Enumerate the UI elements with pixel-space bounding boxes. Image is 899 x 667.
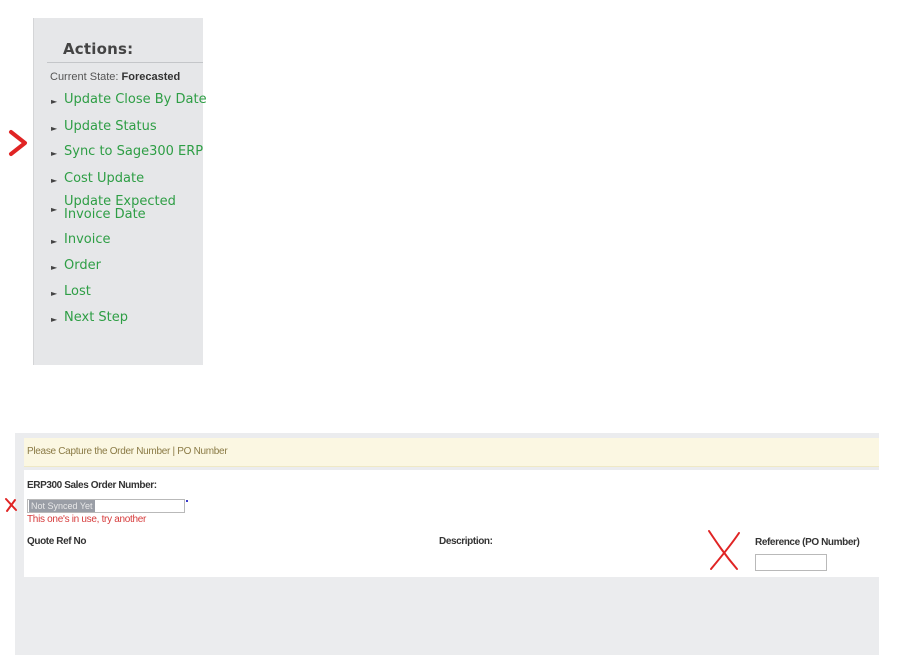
form-body: ERP300 Sales Order Number: Not Synced Ye…: [24, 470, 879, 577]
erp-sales-order-label: ERP300 Sales Order Number:: [27, 480, 157, 491]
action-sync-to-sage300-erp[interactable]: ► Sync to Sage300 ERP: [51, 145, 203, 159]
reference-po-input[interactable]: [755, 554, 827, 571]
erp-error-message: This one's in use, try another: [27, 514, 147, 525]
action-update-expected-invoice-date[interactable]: ► Update Expected Invoice Date: [51, 195, 176, 221]
actions-panel: Actions: Current State: Forecasted ► Upd…: [33, 18, 207, 365]
triangle-bullet-icon: ►: [51, 205, 58, 214]
action-label: Update Close By Date: [64, 92, 207, 107]
actions-divider: [47, 62, 203, 63]
triangle-bullet-icon: ►: [51, 124, 58, 133]
current-state-label: Current State:: [50, 71, 119, 83]
triangle-bullet-icon: ►: [51, 176, 58, 185]
action-label: Lost: [64, 284, 91, 299]
triangle-bullet-icon: ►: [51, 149, 58, 158]
form-header: Please Capture the Order Number | PO Num…: [24, 438, 879, 467]
triangle-bullet-icon: ►: [51, 315, 58, 324]
action-label: Sync to Sage300 ERP: [64, 144, 204, 159]
order-number-panel: Please Capture the Order Number | PO Num…: [15, 433, 879, 655]
required-marker: [186, 500, 188, 502]
red-x-annotation: [708, 530, 740, 570]
triangle-bullet-icon: ►: [51, 237, 58, 246]
form-header-text: Please Capture the Order Number | PO Num…: [27, 446, 228, 457]
erp-sales-order-input[interactable]: Not Synced Yet: [27, 499, 185, 513]
panel-edge: [33, 18, 34, 365]
triangle-bullet-icon: ►: [51, 263, 58, 272]
description-label: Description:: [439, 536, 493, 547]
triangle-bullet-icon: ►: [51, 97, 58, 106]
action-label: Update Expected Invoice Date: [64, 194, 176, 222]
action-lost[interactable]: ► Lost: [51, 285, 91, 299]
current-state-value: Forecasted: [121, 71, 181, 83]
action-label: Next Step: [64, 310, 129, 325]
action-update-status[interactable]: ► Update Status: [51, 120, 157, 134]
action-label: Order: [64, 258, 101, 273]
action-cost-update[interactable]: ► Cost Update: [51, 172, 144, 186]
action-label: Cost Update: [64, 171, 145, 186]
erp-sales-order-value: Not Synced Yet: [29, 500, 95, 512]
triangle-bullet-icon: ►: [51, 289, 58, 298]
action-label: Update Status: [64, 119, 157, 134]
action-order[interactable]: ► Order: [51, 259, 101, 273]
reference-po-label: Reference (PO Number): [755, 537, 860, 548]
action-label: Invoice: [64, 232, 111, 247]
action-next-step[interactable]: ► Next Step: [51, 311, 128, 325]
action-invoice[interactable]: ► Invoice: [51, 233, 110, 247]
actions-title: Actions:: [63, 40, 134, 58]
red-chevron-annotation: [9, 130, 27, 156]
current-state: Current State: Forecasted: [50, 71, 180, 83]
red-cross-annotation: [5, 498, 17, 512]
action-update-close-by-date[interactable]: ► Update Close By Date: [51, 93, 207, 107]
quote-ref-label: Quote Ref No: [27, 536, 87, 547]
